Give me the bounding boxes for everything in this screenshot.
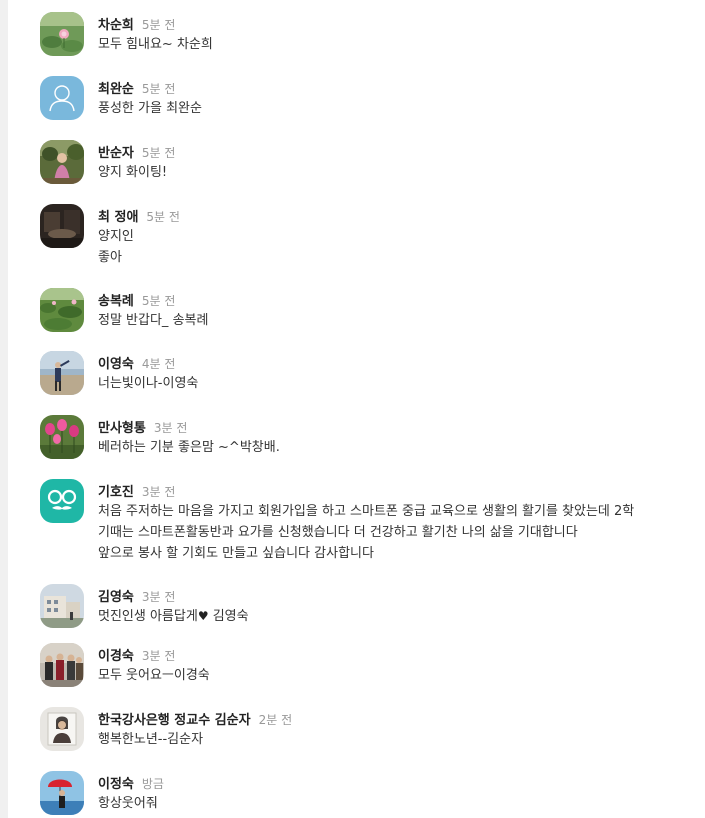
beach-person-photo-icon	[40, 351, 84, 395]
comment-line: 멋진인생 아름답게♥ 김영숙	[98, 606, 688, 627]
comment-time: 4분 전	[141, 357, 176, 371]
avatar[interactable]	[40, 707, 84, 751]
comment-text: 정말 반갑다_ 송복례	[98, 310, 688, 331]
lotus-field-photo-icon	[40, 288, 84, 332]
comment-time: 3분 전	[141, 485, 176, 499]
heart-icon: ♥	[197, 609, 209, 623]
comment-line: 베러하는 기분 좋은맘 ~^박창배.	[98, 440, 280, 455]
portrait-frame-photo-icon	[40, 707, 84, 751]
comment-line: 풍성한 가을 최완순	[98, 101, 202, 116]
avatar[interactable]	[40, 140, 84, 184]
comment-author[interactable]: 차순희	[98, 18, 134, 33]
comment-line: 행복한노년--김순자	[98, 732, 204, 747]
comment-line: 양지인	[98, 229, 134, 244]
avatar[interactable]	[40, 479, 84, 523]
comment-line: 기때는 스마트폰활동반과 요가를 신청했습니다 더 건강하고 활기찬 나의 삶을…	[98, 525, 578, 540]
comment-line: 항상웃어줘	[98, 796, 158, 811]
pink-tulips-photo-icon	[40, 415, 84, 459]
red-umbrella-photo-icon	[40, 771, 84, 815]
comment-line: 너는빛이나-이영숙	[98, 376, 199, 391]
comment-author[interactable]: 기호진	[98, 485, 134, 500]
glasses-mustache-icon	[40, 479, 84, 523]
comment-time: 5분 전	[141, 18, 176, 32]
building-photo-icon	[40, 584, 84, 628]
default-person-icon	[40, 76, 84, 120]
comment-time: 3분 전	[153, 421, 188, 435]
comment-text: 멋진인생 아름답게♥ 김영숙	[98, 606, 688, 627]
avatar[interactable]	[40, 643, 84, 687]
comment-text: 항상웃어줘	[98, 793, 688, 814]
avatar[interactable]	[40, 771, 84, 815]
comment-text: 처음 주저하는 마음을 가지고 회원가입을 하고 스마트폰 중급 교육으로 생활…	[98, 501, 688, 564]
comment-line: 양지 화이팅!	[98, 165, 168, 180]
comment-line-text: 멋진인생 아름답게	[98, 609, 198, 624]
comment-time: 5분 전	[141, 294, 176, 308]
comment-author[interactable]: 이경숙	[98, 649, 134, 664]
comment-text: 베러하는 기분 좋은맘 ~^박창배.	[98, 437, 688, 458]
dark-scene-photo-icon	[40, 204, 84, 248]
comment-author[interactable]: 한국강사은행 정교수 김순자	[98, 713, 251, 728]
avatar[interactable]	[40, 288, 84, 332]
comment-time: 방금	[141, 777, 164, 791]
comment-line: 앞으로 봉사 할 기회도 만들고 싶습니다 감사합니다	[98, 546, 374, 561]
comment-text: 너는빛이나-이영숙	[98, 373, 688, 394]
avatar[interactable]	[40, 12, 84, 56]
comment-time: 3분 전	[141, 649, 176, 663]
comment-author[interactable]: 송복례	[98, 294, 134, 309]
comment-line: 좋아	[98, 250, 122, 265]
lotus-photo-icon	[40, 12, 84, 56]
comment-line: 모두 웃어요ㅡ이경숙	[98, 668, 210, 683]
comment-time: 5분 전	[141, 146, 176, 160]
comment-text: 양지 화이팅!	[98, 162, 688, 183]
comment-line: 처음 주저하는 마음을 가지고 회원가입을 하고 스마트폰 중급 교육으로 생활…	[98, 504, 635, 519]
comment-text: 모두 힘내요~ 차순희	[98, 34, 688, 55]
comment-author[interactable]: 김영숙	[98, 590, 134, 605]
comment-line: 정말 반갑다_ 송복례	[98, 313, 209, 328]
garden-person-photo-icon	[40, 140, 84, 184]
comment-author[interactable]: 이영숙	[98, 357, 134, 372]
group-photo-icon	[40, 643, 84, 687]
comment-author[interactable]: 만사형통	[98, 421, 146, 436]
avatar[interactable]	[40, 204, 84, 248]
comment-author[interactable]: 이정숙	[98, 777, 134, 792]
comment-author[interactable]: 최 정애	[98, 210, 138, 225]
comment-line: 모두 힘내요~ 차순희	[98, 37, 213, 52]
comment-text: 모두 웃어요ㅡ이경숙	[98, 665, 688, 686]
avatar[interactable]	[40, 351, 84, 395]
comment-text: 양지인 좋아	[98, 226, 688, 268]
comment-author[interactable]: 반순자	[98, 146, 134, 161]
left-rail	[0, 0, 8, 818]
comment-time: 5분 전	[141, 82, 176, 96]
comment-text: 행복한노년--김순자	[98, 729, 688, 750]
comment-time: 2분 전	[258, 713, 293, 727]
comment-line-suffix: 김영숙	[208, 609, 249, 624]
comment-time: 3분 전	[141, 590, 176, 604]
avatar[interactable]	[40, 415, 84, 459]
comment-text: 풍성한 가을 최완순	[98, 98, 688, 119]
comment-time: 5분 전	[146, 210, 180, 224]
comment-author[interactable]: 최완순	[98, 82, 134, 97]
avatar[interactable]	[40, 584, 84, 628]
avatar[interactable]	[40, 76, 84, 120]
